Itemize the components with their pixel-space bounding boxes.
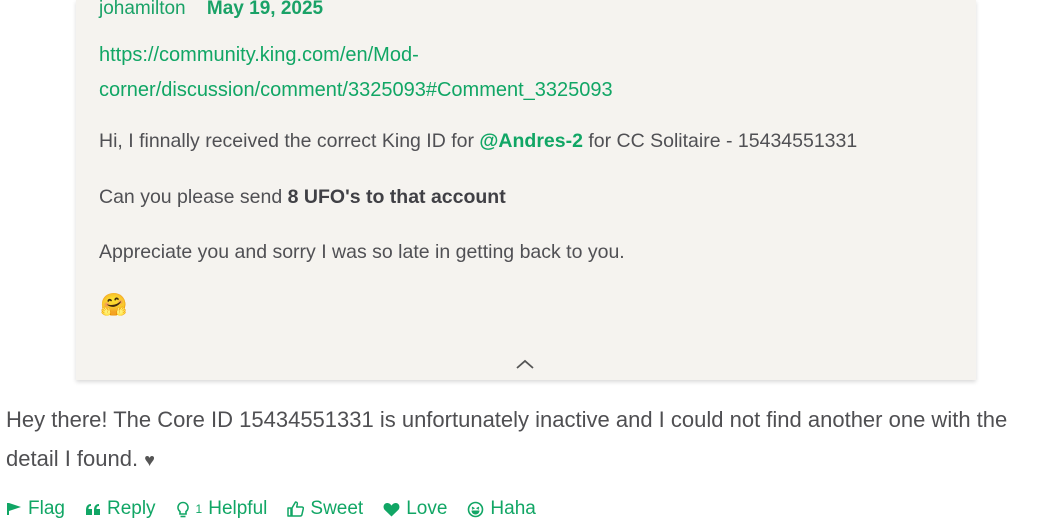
quote-paragraph-1: Hi, I finnally received the correct King… [99, 130, 857, 153]
lightbulb-icon [176, 501, 190, 518]
quote-p2-text: Can you please send [99, 186, 288, 208]
quote-paragraph-2: Can you please send 8 UFO's to that acco… [99, 186, 506, 209]
love-label: Love [406, 498, 448, 519]
haha-label: Haha [490, 498, 536, 519]
flag-button[interactable]: Flag [6, 498, 65, 520]
love-button[interactable]: Love [383, 498, 447, 520]
quote-icon [85, 503, 101, 516]
sweet-label: Sweet [310, 498, 364, 519]
quote-meta: johamilton May 19, 2025 [99, 0, 323, 20]
comment-text: Hey there! The Core ID 15434551331 is un… [6, 407, 1008, 471]
quote-url-line1: https://community.king.com/en/Mod- [99, 44, 419, 66]
quote-date: May 19, 2025 [206, 0, 324, 19]
sweet-button[interactable]: Sweet [287, 498, 363, 520]
quote-p2-bold: 8 UFO's to that account [287, 186, 506, 208]
heart-icon [383, 502, 400, 517]
helpful-count: 1 [195, 502, 203, 516]
quoted-comment: johamilton May 19, 2025 https://communit… [76, 0, 976, 380]
quote-paragraph-3: Appreciate you and sorry I was so late i… [99, 241, 625, 263]
quote-p1-text: Hi, I finnally received the correct King… [99, 130, 480, 152]
user-mention-link[interactable]: @Andres-2 [479, 130, 583, 152]
quote-p1-text-after: for CC Solitaire - 15434551331 [582, 130, 858, 152]
helpful-label: Helpful [208, 498, 268, 519]
reply-label: Reply [106, 498, 156, 519]
haha-button[interactable]: Haha [467, 498, 536, 520]
collapse-quote-button[interactable] [514, 356, 536, 372]
laugh-face-icon [467, 501, 484, 518]
flag-icon [6, 502, 22, 516]
reply-button[interactable]: Reply [85, 498, 156, 520]
thumbs-up-icon [287, 501, 305, 517]
quote-author-link[interactable]: johamilton [99, 0, 186, 19]
flag-label: Flag [28, 498, 65, 519]
comment-actions: Flag Reply 1 Helpful Sweet Love Haha [6, 494, 556, 524]
quote-url-link[interactable]: https://community.king.com/en/Mod- corne… [99, 38, 699, 108]
chevron-up-icon [516, 359, 534, 369]
heart-icon: ♥ [144, 450, 155, 470]
hugging-emoji: 🤗 [100, 292, 128, 317]
helpful-button[interactable]: 1 Helpful [176, 498, 268, 520]
comment-body: Hey there! The Core ID 15434551331 is un… [6, 400, 1036, 480]
quote-url-line2: corner/discussion/comment/3325093#Commen… [99, 79, 613, 101]
